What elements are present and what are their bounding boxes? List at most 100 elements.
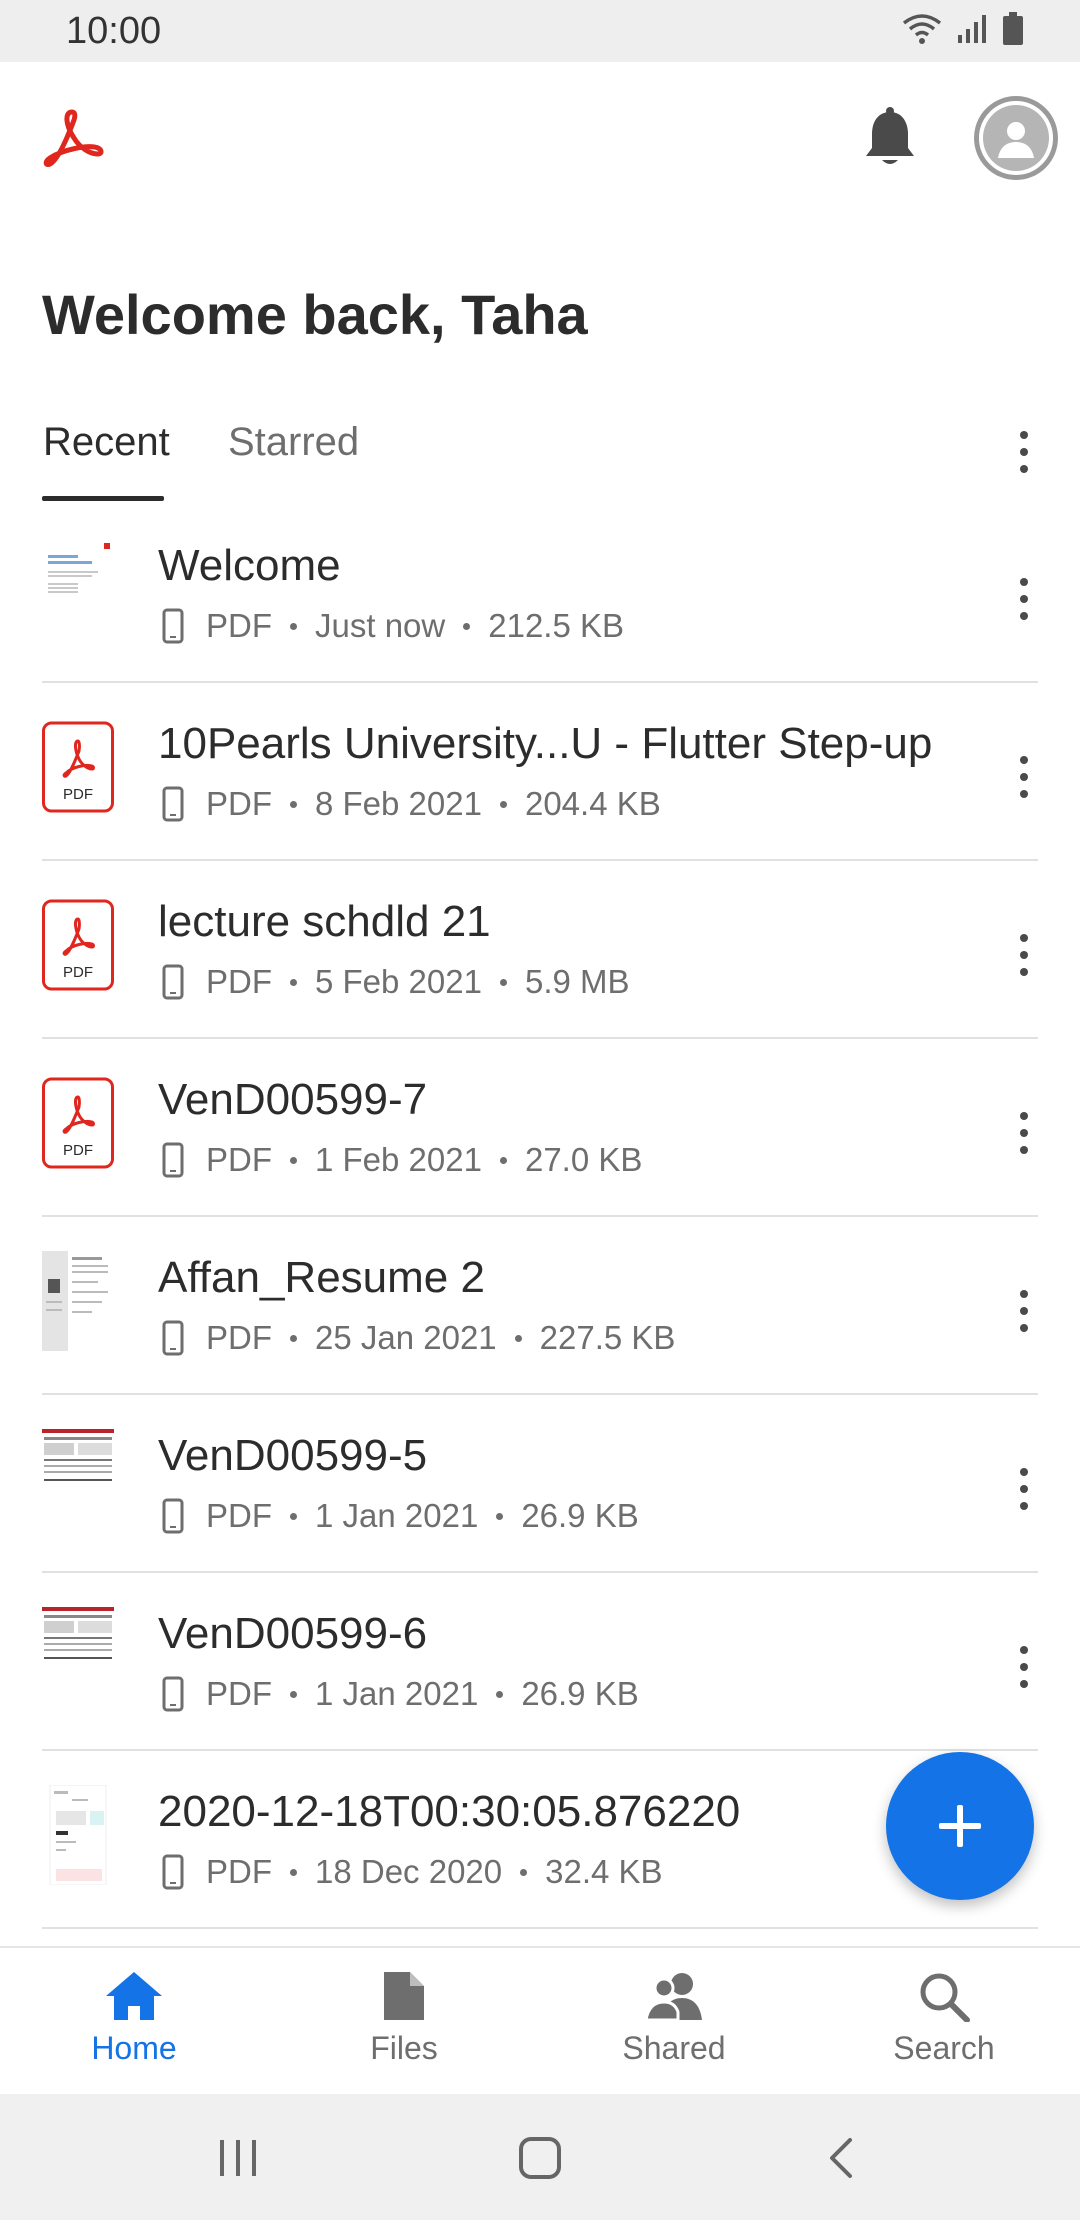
tab-starred[interactable]: Starred [228, 420, 359, 465]
back-icon[interactable] [826, 2136, 856, 2180]
separator-dot [496, 1690, 504, 1698]
pdf-file-icon: PDF [42, 899, 114, 991]
document-thumbnail [49, 1785, 107, 1885]
svg-text:PDF: PDF [63, 964, 93, 981]
file-more-options-icon[interactable] [1004, 569, 1044, 629]
file-more-options-icon[interactable] [1004, 925, 1044, 985]
separator-dot [499, 978, 507, 986]
device-storage-icon [162, 1676, 184, 1712]
file-date: 1 Feb 2021 [315, 1141, 482, 1178]
pdf-file-icon: PDF [42, 1077, 114, 1169]
file-row[interactable]: PDF lecture schdld 21 PDF 5 Feb 2021 5.9 MB [0, 861, 1080, 1039]
file-row[interactable]: VenD00599-5 PDF 1 Jan 2021 26.9 KB [0, 1395, 1080, 1573]
file-row[interactable]: Affan_Resume 2 PDF 25 Jan 2021 227.5 KB [0, 1217, 1080, 1395]
file-date: 5 Feb 2021 [315, 963, 482, 1000]
file-type: PDF [206, 1141, 272, 1178]
separator-dot [496, 1512, 504, 1520]
pdf-file-icon: PDF [42, 721, 114, 813]
file-more-options-icon[interactable] [1004, 1281, 1044, 1341]
recent-files-list: Welcome PDF Just now 212.5 KB PDF 10Pearls Un… [0, 505, 1080, 1929]
shared-icon [644, 1973, 702, 2022]
svg-text:PDF: PDF [63, 786, 93, 803]
file-date: Just now [315, 607, 446, 644]
search-icon [920, 1973, 970, 2022]
battery-icon [1003, 12, 1023, 45]
file-meta: PDF 8 Feb 2021 204.4 KB [162, 785, 661, 823]
document-thumbnail [42, 1251, 114, 1351]
device-storage-icon [162, 964, 184, 1000]
file-row[interactable]: VenD00599-6 PDF 1 Jan 2021 26.9 KB [0, 1573, 1080, 1751]
bottom-navigation: Home Files Shared Search [0, 1946, 1080, 2094]
file-row[interactable]: PDF 10Pearls University...U - Flutter Ste… [0, 683, 1080, 861]
file-more-options-icon[interactable] [1004, 1103, 1044, 1163]
recent-apps-icon[interactable] [216, 2138, 260, 2178]
device-storage-icon [162, 1498, 184, 1534]
file-name: VenD00599-7 [158, 1075, 428, 1124]
file-name: VenD00599-6 [158, 1609, 428, 1658]
home-system-icon[interactable] [518, 2136, 562, 2180]
acrobat-logo-icon[interactable] [40, 106, 104, 170]
file-meta: PDF 1 Feb 2021 27.0 KB [162, 1141, 642, 1179]
file-meta: PDF 25 Jan 2021 227.5 KB [162, 1319, 675, 1357]
system-navigation-bar [0, 2094, 1080, 2220]
file-row[interactable]: PDF VenD00599-7 PDF 1 Feb 2021 27.0 KB [0, 1039, 1080, 1217]
file-name: lecture schdld 21 [158, 897, 491, 946]
profile-avatar[interactable] [974, 96, 1058, 180]
separator-dot [290, 1868, 297, 1876]
file-size: 212.5 KB [488, 607, 625, 644]
row-divider [42, 1927, 1038, 1929]
create-fab-button[interactable] [886, 1752, 1034, 1900]
device-storage-icon [162, 1320, 184, 1356]
welcome-heading: Welcome back, Taha [42, 283, 588, 346]
home-icon [106, 1972, 162, 2020]
status-icons [902, 12, 1024, 46]
notification-bell-icon[interactable] [860, 106, 920, 170]
file-more-options-icon[interactable] [1004, 747, 1044, 807]
status-time: 10:00 [66, 10, 162, 52]
plus-icon [939, 1805, 981, 1847]
separator-dot [290, 622, 297, 630]
file-size: 227.5 KB [539, 1319, 676, 1356]
nav-home[interactable]: Home [34, 1970, 234, 2067]
more-options-icon[interactable] [1004, 422, 1044, 482]
device-storage-icon [162, 1142, 184, 1178]
nav-search[interactable]: Search [844, 1970, 1044, 2067]
file-date: 1 Jan 2021 [315, 1497, 479, 1534]
file-date: 25 Jan 2021 [315, 1319, 497, 1356]
separator-dot [520, 1868, 528, 1876]
wifi-icon [902, 14, 942, 44]
file-meta: PDF 5 Feb 2021 5.9 MB [162, 963, 630, 1001]
file-name: Affan_Resume 2 [158, 1253, 485, 1302]
file-date: 1 Jan 2021 [315, 1675, 479, 1712]
file-type: PDF [206, 1319, 272, 1356]
separator-dot [290, 978, 297, 986]
files-icon [384, 1972, 424, 2020]
active-tab-indicator [42, 496, 164, 501]
file-more-options-icon[interactable] [1004, 1637, 1044, 1697]
document-thumbnail [42, 1607, 114, 1663]
nav-home-label: Home [91, 2030, 177, 2066]
nav-shared[interactable]: Shared [574, 1970, 774, 2067]
file-type: PDF [206, 1497, 272, 1534]
nav-shared-label: Shared [622, 2030, 726, 2066]
separator-dot [290, 1690, 297, 1698]
file-size: 5.9 MB [524, 963, 630, 1000]
file-name: 10Pearls University...U - Flutter Step-u… [158, 719, 933, 768]
nav-files[interactable]: Files [304, 1970, 504, 2067]
device-storage-icon [162, 608, 184, 644]
tab-bar: Recent Starred [0, 410, 1080, 502]
file-type: PDF [206, 1853, 272, 1890]
separator-dot [290, 1156, 297, 1164]
file-size: 204.4 KB [524, 785, 661, 822]
file-size: 27.0 KB [524, 1141, 643, 1178]
file-size: 26.9 KB [521, 1497, 639, 1534]
device-storage-icon [162, 1854, 184, 1890]
separator-dot [290, 800, 297, 808]
file-meta: PDF Just now 212.5 KB [162, 607, 624, 645]
file-name: Welcome [158, 541, 341, 590]
separator-dot [514, 1334, 522, 1342]
file-row[interactable]: Welcome PDF Just now 212.5 KB [0, 505, 1080, 683]
file-more-options-icon[interactable] [1004, 1459, 1044, 1519]
file-name: VenD00599-5 [158, 1431, 428, 1480]
tab-recent[interactable]: Recent [43, 420, 170, 465]
